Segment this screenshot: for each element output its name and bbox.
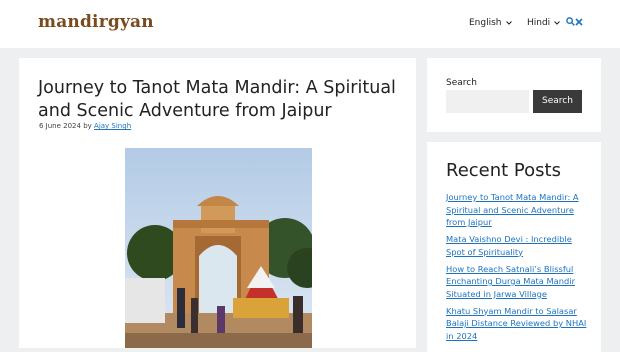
post-title[interactable]: Journey to Tanot Mata Mandir: A Spiritua… [38,77,403,123]
post-author-link[interactable]: Ajay Singh [94,122,131,130]
search-button[interactable]: Search [533,90,582,113]
nav-english[interactable]: English [469,18,512,28]
site-header: mandirgyan English Hindi [0,0,620,48]
chevron-down-icon [505,18,512,28]
post-meta: 6 June 2024 by Ajay Singh [39,122,131,130]
close-icon [575,18,583,26]
recent-posts-title: Recent Posts [446,160,561,181]
search-icon [566,17,575,26]
recent-post-link[interactable]: How to Reach Satnali’s Blissful Enchanti… [446,263,588,301]
post-date: 6 June 2024 [39,122,81,130]
article-card: Journey to Tanot Mata Mandir: A Spiritua… [19,58,416,348]
post-by: by [83,122,92,130]
nav-english-label: English [469,18,502,28]
search-toggle[interactable] [566,15,583,29]
nav-hindi-label: Hindi [527,18,551,28]
recent-posts-widget: Recent Posts Journey to Tanot Mata Mandi… [427,142,601,352]
search-widget-label: Search [446,78,477,88]
recent-post-link[interactable]: Mata Vaishno Devi : Incredible Spot of S… [446,233,588,258]
featured-image [125,148,312,348]
search-input[interactable] [446,90,529,113]
site-logo[interactable]: mandirgyan [38,12,154,32]
recent-posts-list: Journey to Tanot Mata Mandir: A Spiritua… [446,191,588,347]
chevron-down-icon [554,18,561,28]
recent-post-link[interactable]: Khatu Shyam Mandir to Salasar Balaji Dis… [446,305,588,343]
recent-post-link[interactable]: Journey to Tanot Mata Mandir: A Spiritua… [446,191,588,229]
search-widget: Search Search [427,58,601,132]
nav-hindi[interactable]: Hindi [527,18,561,28]
